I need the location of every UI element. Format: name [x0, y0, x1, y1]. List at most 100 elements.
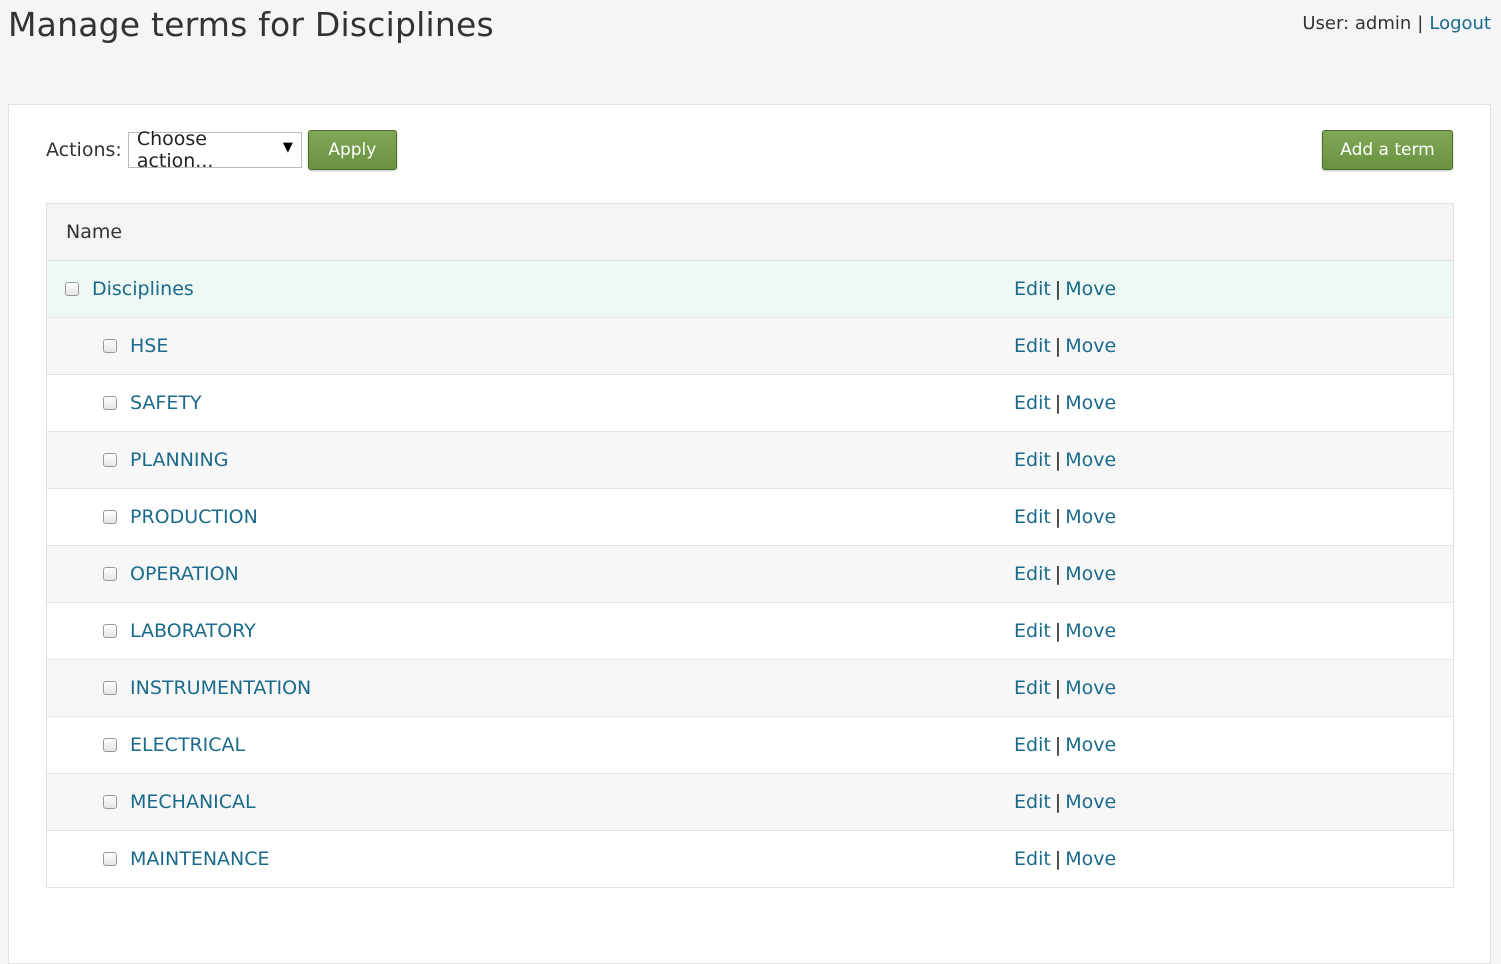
action-select[interactable]: Choose action... ▼: [127, 128, 302, 172]
row-checkbox[interactable]: [103, 624, 117, 638]
ops-separator: |: [1054, 791, 1062, 813]
term-name-cell: MECHANICAL: [47, 791, 256, 813]
edit-link[interactable]: Edit: [1014, 449, 1051, 471]
move-link[interactable]: Move: [1065, 563, 1116, 585]
move-link[interactable]: Move: [1065, 392, 1116, 414]
table-row: MECHANICAL Edit | Move: [47, 774, 1453, 831]
table-row: PRODUCTION Edit | Move: [47, 489, 1453, 546]
table-row: MAINTENANCE Edit | Move: [47, 831, 1453, 887]
table-body: Disciplines Edit | Move HSE Edit | Move SAFETY Ed…: [47, 261, 1453, 887]
term-link[interactable]: PRODUCTION: [130, 506, 258, 528]
term-name-cell: OPERATION: [47, 563, 239, 585]
table-row: INSTRUMENTATION Edit | Move: [47, 660, 1453, 717]
ops-separator: |: [1054, 848, 1062, 870]
user-bar: User: admin | Logout: [1302, 12, 1491, 36]
terms-table: Name Disciplines Edit | Move HSE Edit | Move SAF…: [46, 203, 1454, 888]
term-name-cell: INSTRUMENTATION: [47, 677, 311, 699]
dropdown-arrow-icon: ▼: [282, 139, 293, 155]
term-link[interactable]: ELECTRICAL: [130, 734, 245, 756]
apply-button[interactable]: Apply: [307, 130, 397, 170]
page-title: Manage terms for Disciplines: [8, 5, 494, 44]
term-name-cell: Disciplines: [47, 278, 194, 300]
table-row: SAFETY Edit | Move: [47, 375, 1453, 432]
ops-separator: |: [1054, 563, 1062, 585]
main-panel: Actions: Choose action... ▼ Apply Add a …: [8, 104, 1491, 964]
edit-link[interactable]: Edit: [1014, 563, 1051, 585]
table-row: LABORATORY Edit | Move: [47, 603, 1453, 660]
edit-link[interactable]: Edit: [1014, 506, 1051, 528]
term-name-cell: PRODUCTION: [47, 506, 258, 528]
edit-link[interactable]: Edit: [1014, 677, 1051, 699]
row-operations: Edit | Move: [1014, 392, 1116, 414]
edit-link[interactable]: Edit: [1014, 791, 1051, 813]
row-operations: Edit | Move: [1014, 563, 1116, 585]
term-link[interactable]: LABORATORY: [130, 620, 256, 642]
term-name-cell: HSE: [47, 335, 168, 357]
move-link[interactable]: Move: [1065, 734, 1116, 756]
row-operations: Edit | Move: [1014, 677, 1116, 699]
term-link[interactable]: HSE: [130, 335, 168, 357]
term-link[interactable]: PLANNING: [130, 449, 228, 471]
edit-link[interactable]: Edit: [1014, 392, 1051, 414]
edit-link[interactable]: Edit: [1014, 848, 1051, 870]
user-bar-separator: |: [1417, 13, 1424, 34]
table-row: HSE Edit | Move: [47, 318, 1453, 375]
logout-link[interactable]: Logout: [1429, 13, 1491, 34]
row-checkbox[interactable]: [103, 852, 117, 866]
move-link[interactable]: Move: [1065, 677, 1116, 699]
edit-link[interactable]: Edit: [1014, 278, 1051, 300]
ops-separator: |: [1054, 278, 1062, 300]
row-operations: Edit | Move: [1014, 620, 1116, 642]
actions-label: Actions:: [46, 139, 122, 161]
ops-separator: |: [1054, 677, 1062, 699]
term-link[interactable]: SAFETY: [130, 392, 202, 414]
row-checkbox[interactable]: [103, 510, 117, 524]
move-link[interactable]: Move: [1065, 791, 1116, 813]
actions-bar: Actions: Choose action... ▼ Apply: [46, 128, 397, 172]
move-link[interactable]: Move: [1065, 278, 1116, 300]
action-select-value: Choose action...: [136, 128, 214, 172]
row-operations: Edit | Move: [1014, 506, 1116, 528]
term-name-cell: SAFETY: [47, 392, 202, 414]
term-link[interactable]: MECHANICAL: [130, 791, 256, 813]
move-link[interactable]: Move: [1065, 506, 1116, 528]
row-checkbox[interactable]: [103, 339, 117, 353]
term-link[interactable]: OPERATION: [130, 563, 239, 585]
ops-separator: |: [1054, 335, 1062, 357]
row-checkbox[interactable]: [103, 681, 117, 695]
ops-separator: |: [1054, 449, 1062, 471]
table-header: Name: [47, 204, 1453, 261]
term-link[interactable]: Disciplines: [92, 278, 194, 300]
column-header-name: Name: [66, 221, 123, 243]
table-row: ELECTRICAL Edit | Move: [47, 717, 1453, 774]
move-link[interactable]: Move: [1065, 620, 1116, 642]
term-link[interactable]: MAINTENANCE: [130, 848, 270, 870]
term-link[interactable]: INSTRUMENTATION: [130, 677, 311, 699]
row-checkbox[interactable]: [103, 567, 117, 581]
move-link[interactable]: Move: [1065, 449, 1116, 471]
move-link[interactable]: Move: [1065, 335, 1116, 357]
row-operations: Edit | Move: [1014, 791, 1116, 813]
ops-separator: |: [1054, 392, 1062, 414]
term-name-cell: MAINTENANCE: [47, 848, 270, 870]
row-checkbox[interactable]: [103, 738, 117, 752]
row-operations: Edit | Move: [1014, 734, 1116, 756]
row-operations: Edit | Move: [1014, 335, 1116, 357]
term-name-cell: LABORATORY: [47, 620, 256, 642]
row-checkbox[interactable]: [103, 795, 117, 809]
username: admin: [1354, 13, 1412, 34]
row-checkbox[interactable]: [103, 453, 117, 467]
edit-link[interactable]: Edit: [1014, 335, 1051, 357]
row-operations: Edit | Move: [1014, 449, 1116, 471]
term-name-cell: ELECTRICAL: [47, 734, 245, 756]
row-checkbox[interactable]: [103, 396, 117, 410]
add-term-button[interactable]: Add a term: [1322, 130, 1453, 170]
row-checkbox[interactable]: [65, 282, 79, 296]
move-link[interactable]: Move: [1065, 848, 1116, 870]
row-operations: Edit | Move: [1014, 848, 1116, 870]
edit-link[interactable]: Edit: [1014, 734, 1051, 756]
edit-link[interactable]: Edit: [1014, 620, 1051, 642]
user-label: User:: [1302, 13, 1350, 34]
table-row: Disciplines Edit | Move: [47, 261, 1453, 318]
ops-separator: |: [1054, 620, 1062, 642]
